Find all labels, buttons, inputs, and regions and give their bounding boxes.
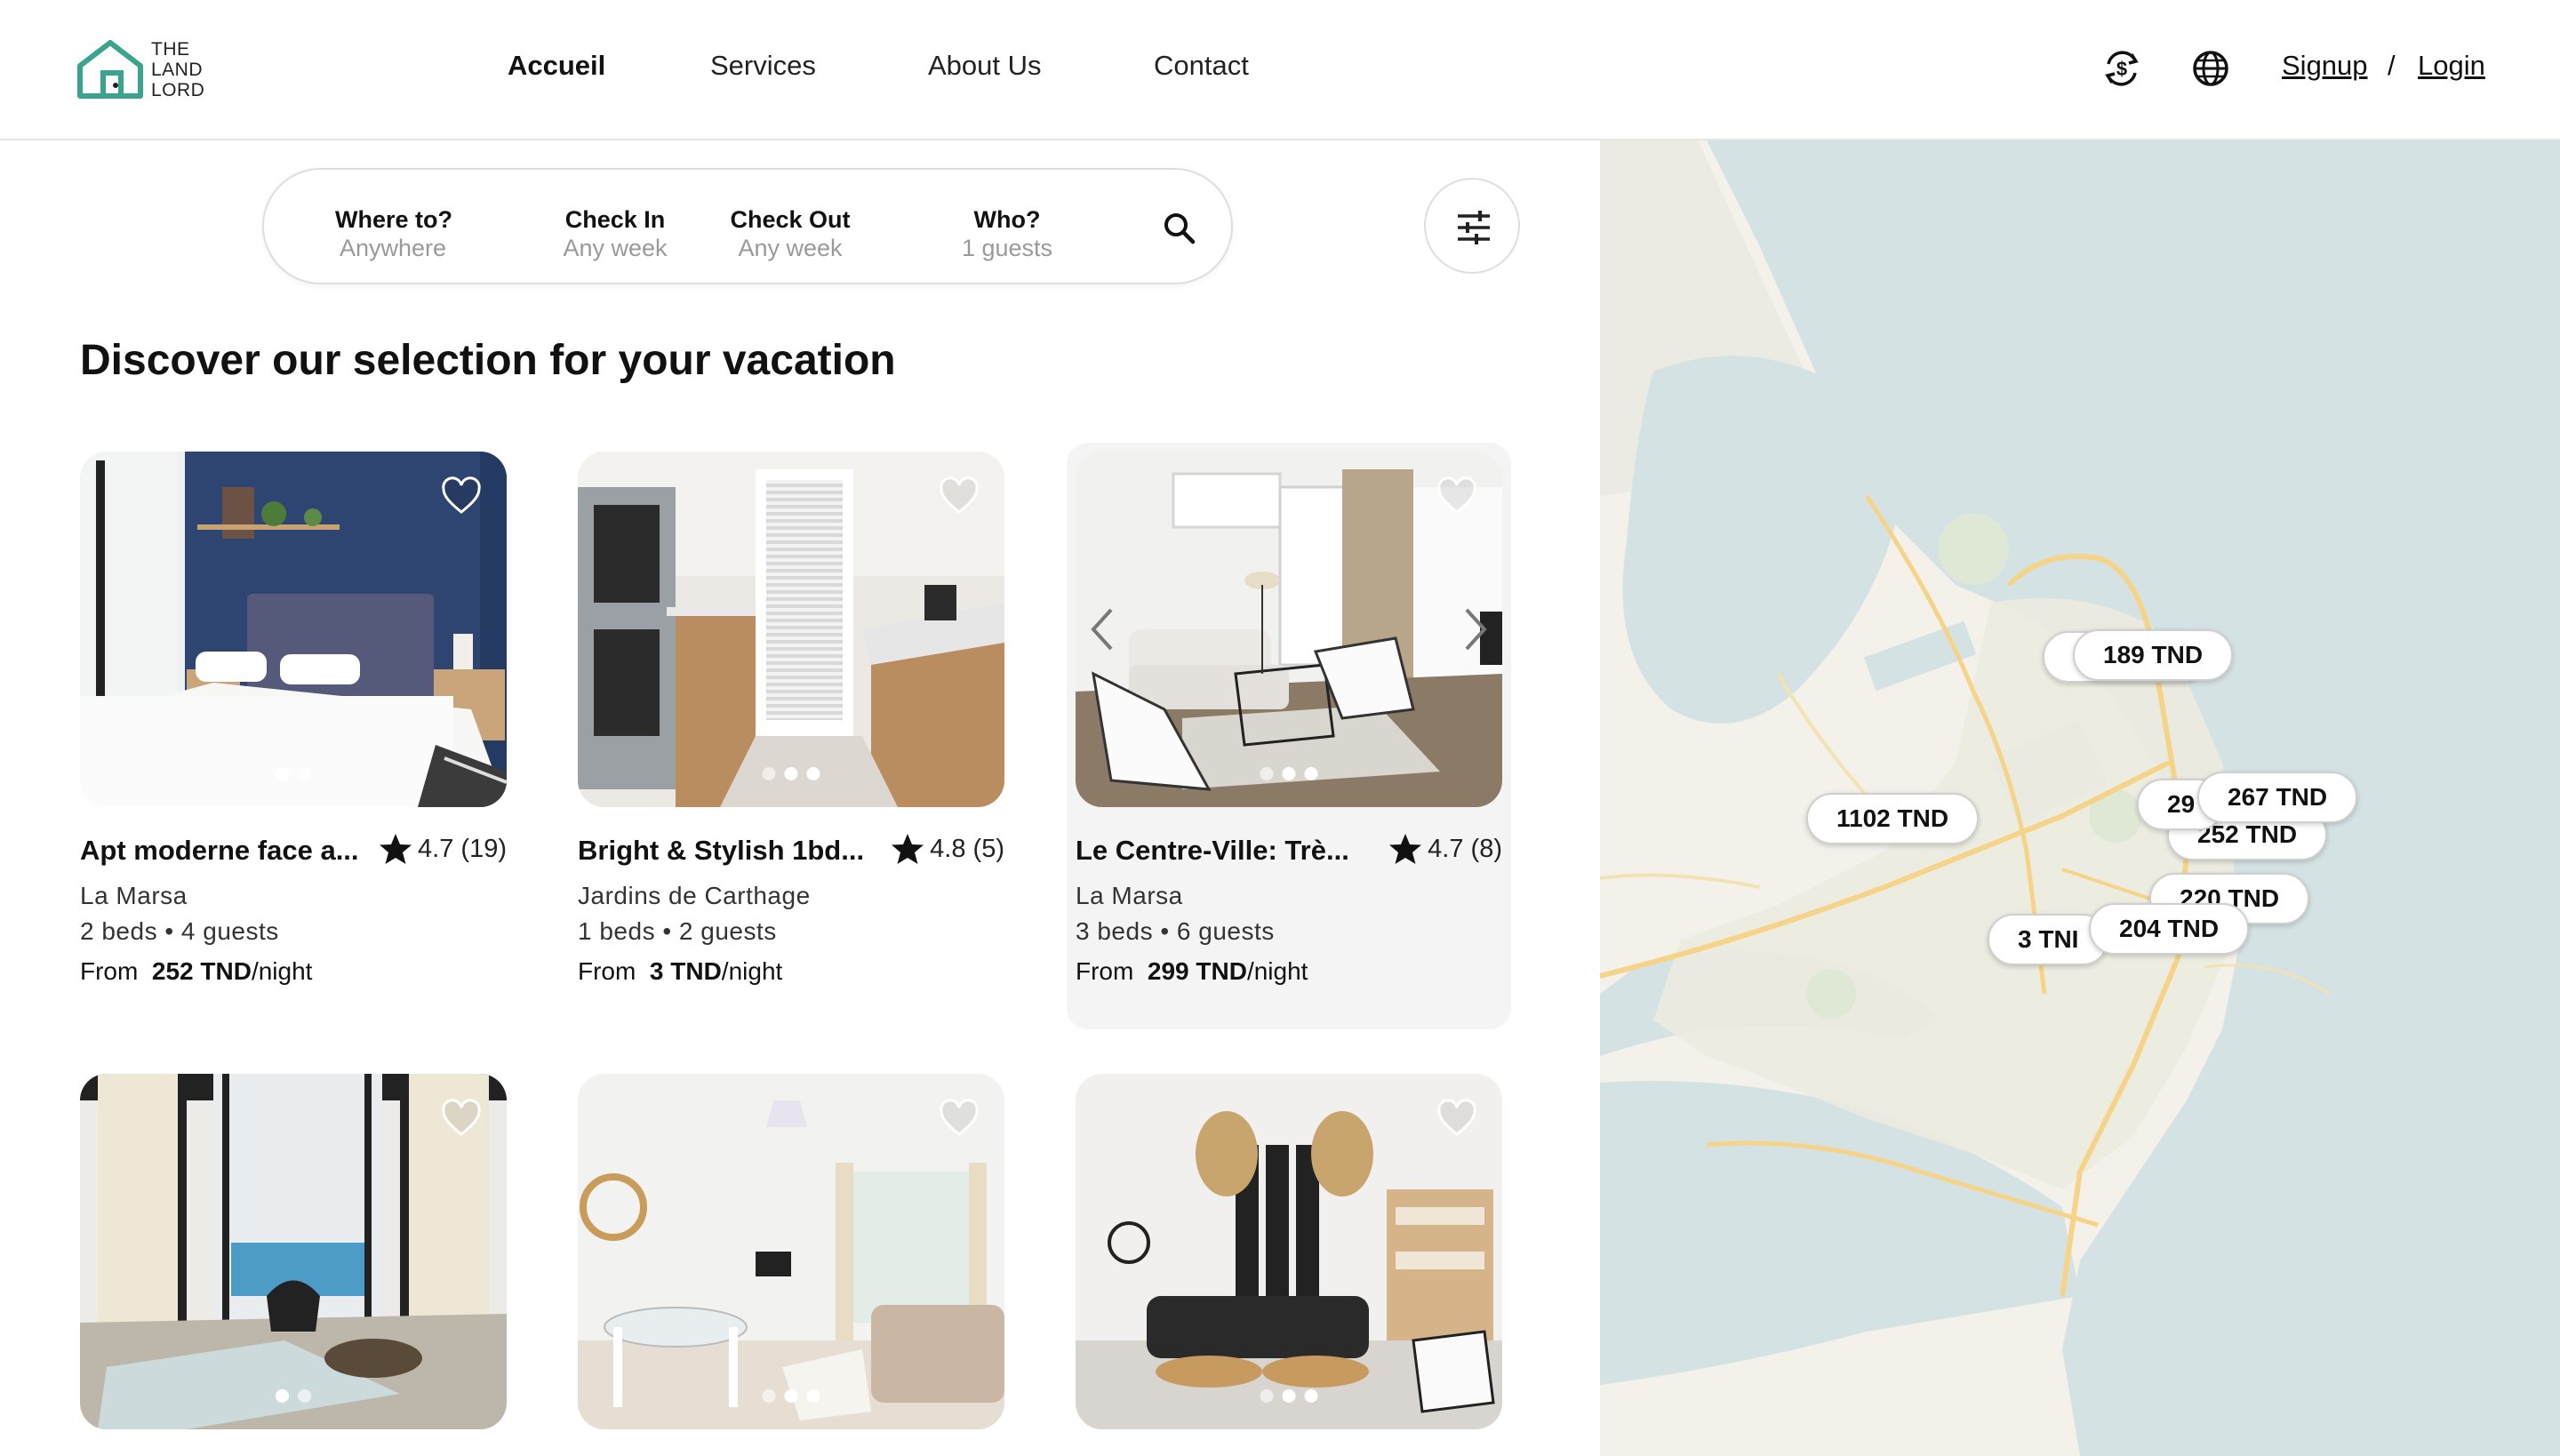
who-label: Who? (973, 206, 1041, 233)
sliders-icon (1458, 211, 1490, 244)
signup-link[interactable]: Signup (2282, 50, 2368, 82)
favorite-heart-icon[interactable] (939, 1099, 980, 1140)
star-icon (892, 834, 924, 864)
nav-contact[interactable]: Contact (1154, 50, 1249, 82)
checkout-label: Check Out (730, 206, 851, 233)
listing-rating: 4.8 (5) (891, 833, 1004, 865)
listing-photo[interactable] (578, 1074, 1004, 1429)
auth-separator: / (2388, 50, 2396, 81)
star-icon (380, 834, 412, 864)
listing-photo[interactable] (80, 452, 507, 807)
map-price-pin[interactable]: 1102 TND (1806, 793, 1980, 844)
nav-accueil[interactable]: Accueil (508, 50, 605, 82)
favorite-heart-icon[interactable] (1436, 476, 1477, 517)
svg-text:$: $ (2116, 58, 2127, 80)
map-price-pin[interactable]: 267 TND (2197, 772, 2358, 823)
price-amount: 299 TND (1147, 957, 1247, 985)
listing-price: From 299 TND/night (1076, 957, 1308, 986)
page-heading: Discover our selection for your vacation (80, 337, 896, 384)
listing-title[interactable]: Bright & Stylish 1bd... (578, 835, 871, 867)
brand-line-3: LORD (151, 80, 205, 100)
where-label: Where to? (335, 206, 452, 233)
carousel-dots (276, 1389, 311, 1403)
search-checkout-field[interactable]: Check Out Any week (728, 205, 852, 262)
price-suffix: /night (251, 957, 313, 985)
search-bar[interactable]: Where to? Anywhere Check In Any week Che… (262, 168, 1233, 284)
who-value: 1 guests (961, 235, 1053, 261)
rating-value: 4.7 (19) (418, 834, 507, 863)
listing-title[interactable]: Le Centre-Ville: Trè... (1076, 835, 1369, 867)
listing-rating: 4.7 (8) (1388, 833, 1502, 865)
price-prefix: From (578, 957, 636, 985)
search-icon[interactable] (1158, 207, 1201, 250)
listing-photo[interactable] (1076, 1074, 1502, 1429)
favorite-heart-icon[interactable] (1436, 1099, 1477, 1140)
listing-location: Jardins de Carthage (578, 882, 811, 909)
checkin-label: Check In (564, 206, 666, 233)
map-price-pin[interactable]: 204 TND (2089, 903, 2250, 955)
map-canvas[interactable] (1600, 140, 2560, 1456)
listing-price: From 3 TND/night (578, 957, 782, 986)
rating-value: 4.8 (5) (930, 834, 1004, 863)
listing-card[interactable] (1076, 1074, 1502, 1456)
listing-location: La Marsa (1076, 882, 1183, 909)
favorite-heart-icon[interactable] (441, 1099, 482, 1140)
nav-about-us[interactable]: About Us (928, 50, 1042, 82)
listing-price: From 252 TND/night (80, 957, 312, 986)
carousel-next-icon[interactable] (1458, 603, 1493, 656)
search-guests-field[interactable]: Who? 1 guests (954, 205, 1060, 262)
brand-line-2: LAND (151, 60, 204, 80)
price-amount: 252 TND (151, 957, 252, 985)
listing-card-hovered[interactable]: Le Centre-Ville: Trè... 4.7 (8) La Marsa… (1067, 443, 1511, 1029)
favorite-heart-icon[interactable] (939, 476, 980, 517)
globe-icon[interactable] (2188, 46, 2233, 91)
where-value: Anywhere (339, 235, 447, 261)
listing-card[interactable] (80, 1074, 507, 1456)
listing-location: La Marsa (80, 882, 188, 909)
listing-photo[interactable] (578, 452, 1004, 807)
checkout-value: Any week (738, 235, 843, 261)
price-amount: 3 TND (649, 957, 722, 985)
listing-photo[interactable] (80, 1074, 507, 1429)
house-logo-icon (77, 40, 143, 99)
listing-card[interactable]: Apt moderne face a... 4.7 (19) La Marsa … (80, 452, 507, 1003)
price-prefix: From (1076, 957, 1134, 985)
listing-details: 1 beds • 2 guests (578, 917, 777, 945)
carousel-dots (1260, 1389, 1318, 1403)
carousel-dots (762, 767, 820, 780)
currency-exchange-icon[interactable]: $ (2100, 46, 2144, 91)
checkin-value: Any week (563, 235, 668, 261)
search-checkin-field[interactable]: Check In Any week (557, 205, 673, 262)
price-suffix: /night (1246, 957, 1308, 985)
listing-card[interactable] (578, 1074, 1004, 1456)
star-icon (1389, 834, 1422, 864)
filters-button[interactable] (1424, 178, 1520, 274)
rating-value: 4.7 (8) (1428, 834, 1502, 863)
listing-title[interactable]: Apt moderne face a... (80, 835, 373, 867)
brand-logo[interactable]: THE LAND LORD (76, 39, 219, 101)
carousel-dots (762, 1389, 820, 1403)
listing-card[interactable]: Bright & Stylish 1bd... 4.8 (5) Jardins … (578, 452, 1004, 1003)
map-price-pin[interactable]: 189 TND (2073, 629, 2234, 681)
login-link[interactable]: Login (2418, 50, 2485, 82)
top-navbar: THE LAND LORD Accueil Services About Us … (0, 0, 2560, 140)
favorite-heart-icon[interactable] (441, 476, 482, 517)
carousel-dots (276, 767, 311, 780)
listing-details: 2 beds • 4 guests (80, 917, 279, 945)
carousel-dots (1260, 767, 1318, 780)
search-where-field[interactable]: Where to? Anywhere (335, 205, 452, 262)
nav-services[interactable]: Services (710, 50, 816, 82)
listing-photo[interactable] (1076, 452, 1502, 807)
price-suffix: /night (721, 957, 783, 985)
listing-details: 3 beds • 6 guests (1076, 917, 1275, 945)
listings-map[interactable]: 189 TND 189 TND 1102 TND 252 TND 29 267 … (1600, 140, 2560, 1456)
brand-line-1: THE (151, 39, 190, 60)
price-prefix: From (80, 957, 139, 985)
brand-wordmark: THE LAND LORD (151, 39, 204, 100)
carousel-prev-icon[interactable] (1084, 603, 1120, 656)
listing-rating: 4.7 (19) (379, 833, 507, 865)
